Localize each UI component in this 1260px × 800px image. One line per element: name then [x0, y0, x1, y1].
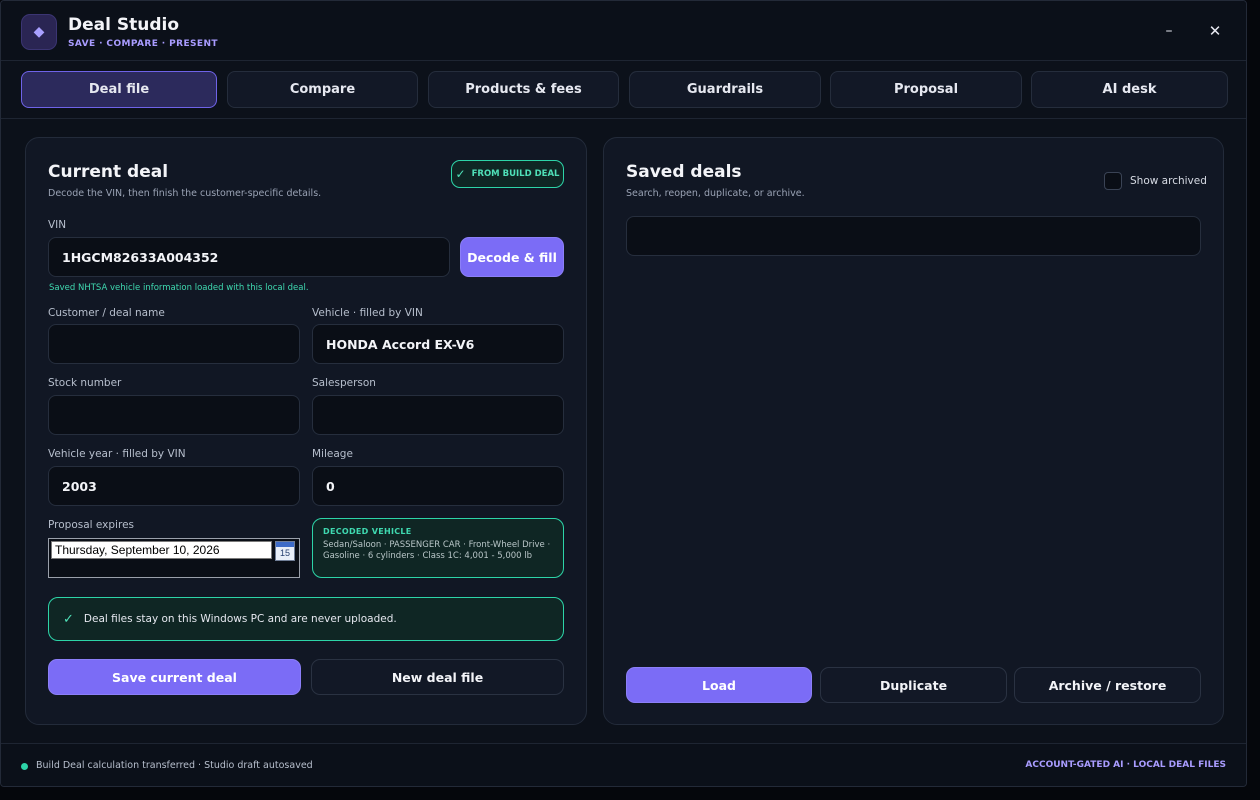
customer-label: Customer / deal name — [48, 307, 165, 319]
current-deal-description: Decode the VIN, then finish the customer… — [48, 188, 322, 199]
saved-deals-description: Search, reopen, duplicate, or archive. — [626, 188, 805, 199]
saved-deals-title: Saved deals — [626, 162, 742, 182]
decoded-line-2: Gasoline · 6 cylinders · Class 1C: 4,001… — [323, 551, 533, 561]
tab-deal-file[interactable]: Deal file — [21, 71, 217, 108]
app-window: ◆ Deal Studio SAVE · COMPARE · PRESENT –… — [0, 0, 1247, 787]
vin-input[interactable]: 1HGCM82633A004352 — [48, 237, 450, 277]
mileage-input[interactable]: 0 — [312, 466, 564, 506]
current-deal-title: Current deal — [48, 162, 169, 182]
current-deal-panel: Current deal Decode the VIN, then finish… — [25, 137, 587, 725]
title-bar: ◆ Deal Studio SAVE · COMPARE · PRESENT –… — [1, 1, 1246, 61]
year-label: Vehicle year · filled by VIN — [48, 448, 186, 460]
privacy-notice: ✓ Deal files stay on this Windows PC and… — [48, 597, 564, 641]
duplicate-button[interactable]: Duplicate — [820, 667, 1007, 703]
decoded-vehicle-details: Sedan/Saloon · PASSENGER CAR · Front-Whe… — [323, 540, 553, 562]
proposal-expires-input[interactable]: Thursday, September 10, 2026 — [51, 541, 272, 559]
status-indicator — [21, 763, 28, 770]
save-current-deal-button[interactable]: Save current deal — [48, 659, 301, 695]
checkmark-icon: ✓ — [455, 167, 466, 181]
calendar-day: 15 — [279, 548, 290, 558]
saved-deals-panel: Saved deals Search, reopen, duplicate, o… — [603, 137, 1224, 725]
new-deal-file-button[interactable]: New deal file — [311, 659, 564, 695]
from-build-deal-badge: ✓ FROM BUILD DEAL — [451, 160, 564, 188]
salesperson-input[interactable] — [312, 395, 564, 435]
stock-label: Stock number — [48, 377, 122, 389]
badge-label: FROM BUILD DEAL — [471, 169, 560, 179]
saved-deals-search[interactable] — [626, 216, 1201, 256]
tab-compare[interactable]: Compare — [227, 71, 418, 108]
close-button[interactable]: ✕ — [1205, 21, 1225, 41]
tab-divider — [1, 118, 1246, 119]
stock-number-input[interactable] — [48, 395, 300, 435]
app-subtitle: SAVE · COMPARE · PRESENT — [68, 39, 218, 49]
show-archived-toggle[interactable]: Show archived — [1104, 172, 1207, 190]
decoded-line-1: Sedan/Saloon · PASSENGER CAR · Front-Whe… — [323, 540, 551, 550]
show-archived-checkbox[interactable] — [1104, 172, 1122, 190]
mileage-label: Mileage — [312, 448, 353, 460]
tab-ai-desk[interactable]: AI desk — [1031, 71, 1228, 108]
salesperson-label: Salesperson — [312, 377, 376, 389]
vin-label: VIN — [48, 219, 67, 231]
archive-restore-button[interactable]: Archive / restore — [1014, 667, 1201, 703]
status-text: Build Deal calculation transferred · Stu… — [36, 760, 313, 771]
expires-label: Proposal expires — [48, 519, 134, 531]
vehicle-label: Vehicle · filled by VIN — [312, 307, 423, 319]
privacy-notice-text: Deal files stay on this Windows PC and a… — [83, 613, 397, 625]
vehicle-input[interactable]: HONDA Accord EX-V6 — [312, 324, 564, 364]
decode-fill-button[interactable]: Decode & fill — [460, 237, 564, 277]
tab-proposal[interactable]: Proposal — [830, 71, 1022, 108]
customer-name-input[interactable] — [48, 324, 300, 364]
tab-products-fees[interactable]: Products & fees — [428, 71, 619, 108]
show-archived-label: Show archived — [1130, 175, 1207, 187]
app-title: Deal Studio — [68, 15, 180, 35]
vehicle-year-input[interactable]: 2003 — [48, 466, 300, 506]
minimize-button[interactable]: – — [1159, 21, 1179, 41]
tab-guardrails[interactable]: Guardrails — [629, 71, 821, 108]
diamond-icon: ◆ — [21, 14, 57, 50]
status-mode: ACCOUNT-GATED AI · LOCAL DEAL FILES — [1025, 760, 1226, 770]
decoded-vehicle-title: DECODED VEHICLE — [323, 527, 412, 536]
checkmark-icon: ✓ — [63, 611, 74, 627]
load-button[interactable]: Load — [626, 667, 812, 703]
status-bar: Build Deal calculation transferred · Stu… — [1, 743, 1246, 786]
vin-status-note: Saved NHTSA vehicle information loaded w… — [49, 283, 309, 293]
calendar-icon[interactable]: 15 — [275, 541, 295, 561]
proposal-expires-picker: Thursday, September 10, 2026 15 — [48, 538, 300, 578]
decoded-vehicle-card: DECODED VEHICLE Sedan/Saloon · PASSENGER… — [312, 518, 564, 578]
